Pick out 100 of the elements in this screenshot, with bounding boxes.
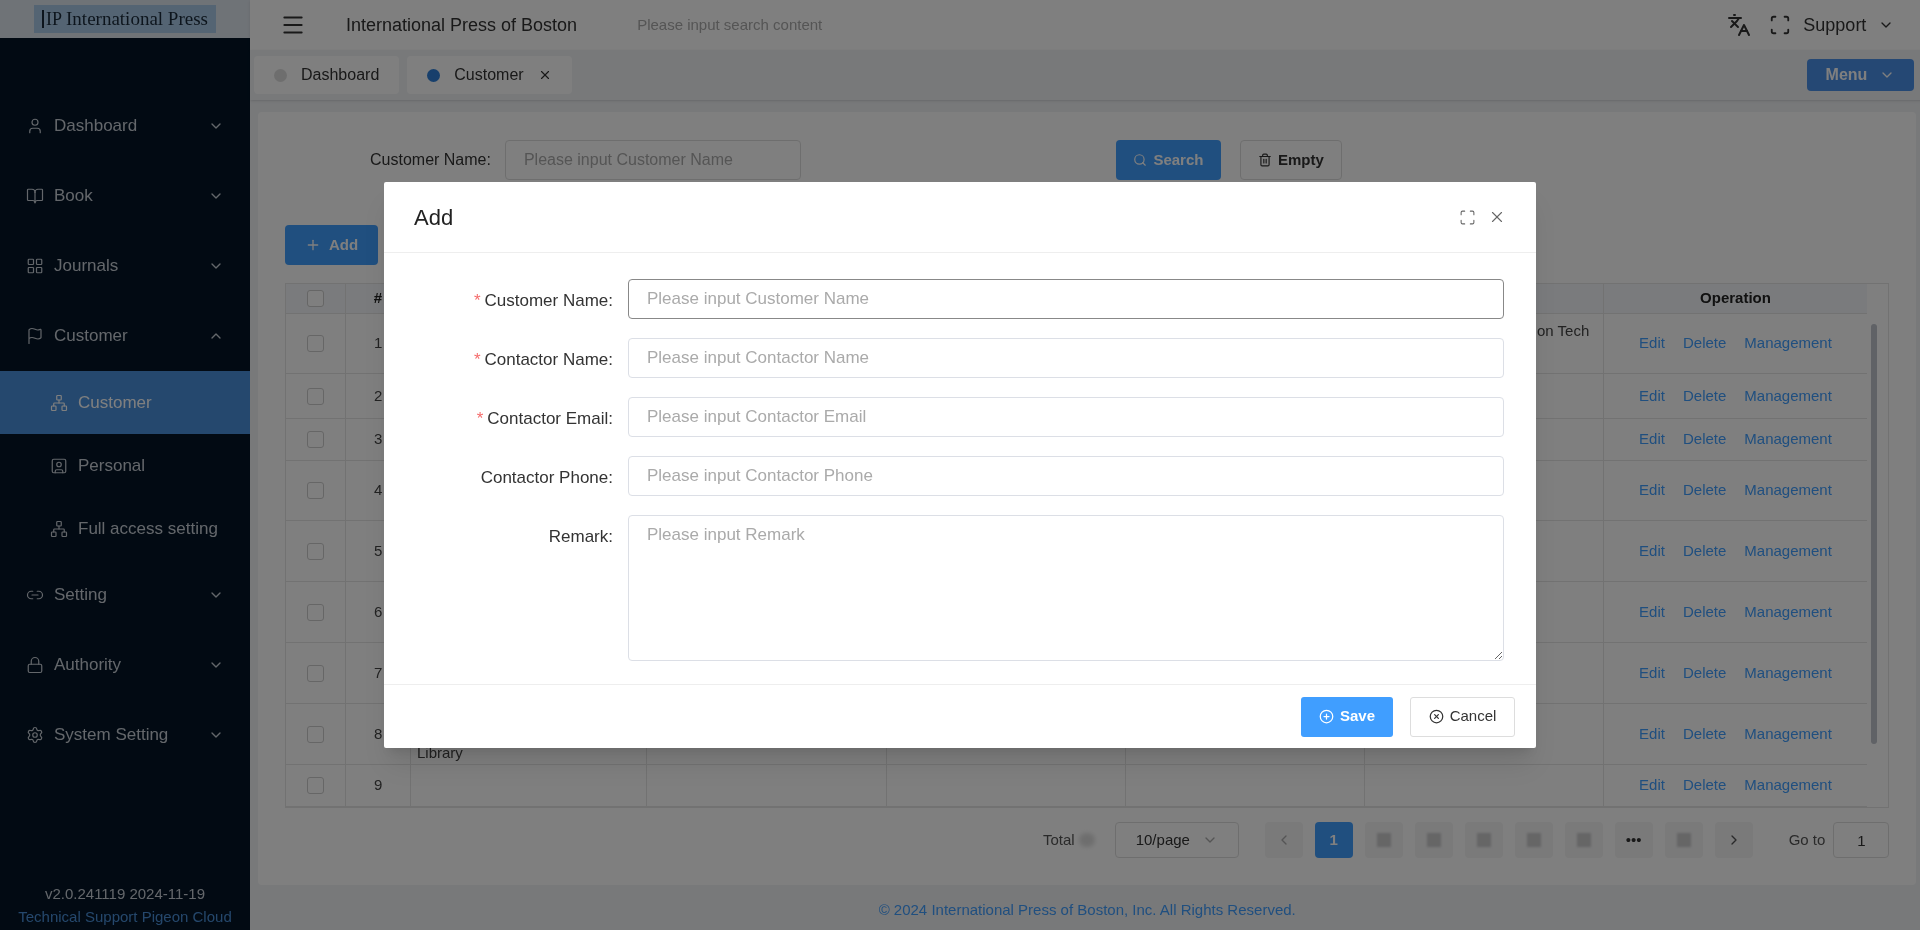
action-link[interactable]: Management [1744,479,1832,502]
action-link[interactable]: Edit [1639,332,1665,355]
menu-button[interactable]: Menu [1806,59,1915,91]
page-button[interactable]: 1 [1314,822,1353,858]
sidebar-item[interactable]: Book [0,161,250,231]
table-cell-text: 8 [374,723,383,744]
search-icon [1133,153,1148,167]
language-icon[interactable] [1727,13,1752,37]
sidebar-item[interactable]: Authority [0,630,250,700]
empty-button[interactable]: Empty [1239,140,1342,180]
sidebar-item[interactable]: Dashboard [0,91,250,161]
gear-icon [26,726,44,744]
user-icon [26,117,44,135]
support-menu[interactable]: Support [1803,11,1895,39]
checkbox[interactable] [307,431,324,448]
action-link[interactable]: Management [1744,722,1832,746]
table-cell-text: 5 [374,540,383,561]
flag-icon [26,327,44,345]
table-cell-text: 7 [374,662,383,683]
action-link[interactable]: Management [1744,774,1832,797]
page-button[interactable] [1564,822,1603,858]
action-link[interactable]: Delete [1682,722,1727,746]
sidebar-item[interactable]: Customer [0,301,250,371]
action-link[interactable]: Delete [1682,661,1727,685]
input-field[interactable]: Please input Customer Name [628,279,1504,319]
checkbox[interactable] [307,777,324,794]
checkbox[interactable] [307,482,324,499]
next-page-button[interactable] [1714,822,1753,858]
search-button[interactable]: Search [1115,140,1221,180]
action-link[interactable]: Delete [1682,600,1727,624]
scrollbar[interactable] [1871,324,1877,744]
cancel-button[interactable]: Cancel [1410,696,1515,737]
sidebar-subitem[interactable]: Customer [0,371,250,434]
action-link[interactable]: Management [1744,600,1832,624]
sidebar-item[interactable]: System Setting [0,700,250,770]
table-cell-text: Library [417,742,463,763]
checkbox[interactable] [307,335,324,352]
action-link[interactable]: Edit [1639,539,1665,563]
table-cell-text: 6 [374,601,383,622]
checkbox[interactable] [307,603,324,621]
checkbox[interactable] [307,290,324,307]
action-link[interactable]: Edit [1639,600,1665,624]
checkbox[interactable] [307,542,324,560]
action-link[interactable]: Management [1744,384,1832,408]
page-button[interactable] [1414,822,1453,858]
action-link[interactable]: Delete [1682,428,1727,451]
action-link[interactable]: Delete [1682,774,1727,797]
action-link[interactable]: Edit [1639,428,1665,451]
checkbox[interactable] [307,387,324,405]
table-cell-text: 2 [374,385,383,406]
action-link[interactable]: Delete [1682,384,1727,408]
checkbox[interactable] [307,725,324,743]
sidebar-subitem[interactable]: Personal [0,434,250,497]
version-text: v2.0.241119 2024-11-19 [44,884,206,904]
action-link[interactable]: Delete [1682,539,1727,563]
page-button[interactable] [1364,822,1403,858]
trash-icon [1258,153,1272,167]
action-link[interactable]: Edit [1639,479,1665,502]
field-label: * Contactor Email: [476,408,613,430]
close-circle-icon [1428,709,1444,724]
goto-label: Go to [1788,829,1826,850]
tab[interactable]: Customer [407,56,572,94]
field-label: Customer Name: [370,150,491,170]
sidebar-item[interactable]: Journals [0,231,250,301]
action-link[interactable]: Edit [1639,661,1665,685]
action-link[interactable]: Management [1744,539,1832,563]
hierarchy-icon [50,393,68,412]
action-link[interactable]: Delete [1682,479,1727,502]
more-pages-button[interactable]: ••• [1614,822,1653,858]
page-button[interactable] [1464,822,1503,858]
fullscreen-icon[interactable] [1769,14,1792,36]
fullscreen-icon[interactable] [1459,208,1476,226]
remark-field[interactable]: Please input Remark [628,515,1504,661]
sidebar-item[interactable]: Setting [0,560,250,630]
save-button[interactable]: Save [1301,696,1393,737]
support-link[interactable]: Technical Support Pigeon Cloud [18,905,232,928]
tab[interactable]: Dashboard [254,56,400,94]
table-cell-text: 9 [374,775,383,796]
page-button[interactable] [1514,822,1553,858]
action-link[interactable]: Edit [1639,384,1665,408]
action-link[interactable]: Management [1744,332,1832,355]
action-link[interactable]: Delete [1682,332,1727,355]
logo-mark: IP [42,10,63,28]
action-link[interactable]: Edit [1639,722,1665,746]
field-label: * Customer Name: [473,290,613,312]
action-link[interactable]: Management [1744,661,1832,685]
field-label: Contactor Phone: [480,467,613,489]
checkbox[interactable] [307,664,324,682]
action-link[interactable]: Management [1744,428,1832,451]
previous-page-button[interactable] [1264,822,1303,858]
hierarchy-icon [50,519,68,538]
add-button[interactable]: Add [285,225,378,265]
app-title: International Press of Boston [346,13,578,37]
page-size-select[interactable]: 10/page [1114,822,1239,858]
goto-field[interactable]: 1 [1833,822,1890,858]
field-label: Remark: [548,526,613,548]
action-link[interactable]: Edit [1639,774,1665,797]
sidebar-subitem[interactable]: Full access setting [0,497,250,560]
column-header: Operation [1700,288,1771,309]
page-button[interactable] [1664,822,1703,858]
